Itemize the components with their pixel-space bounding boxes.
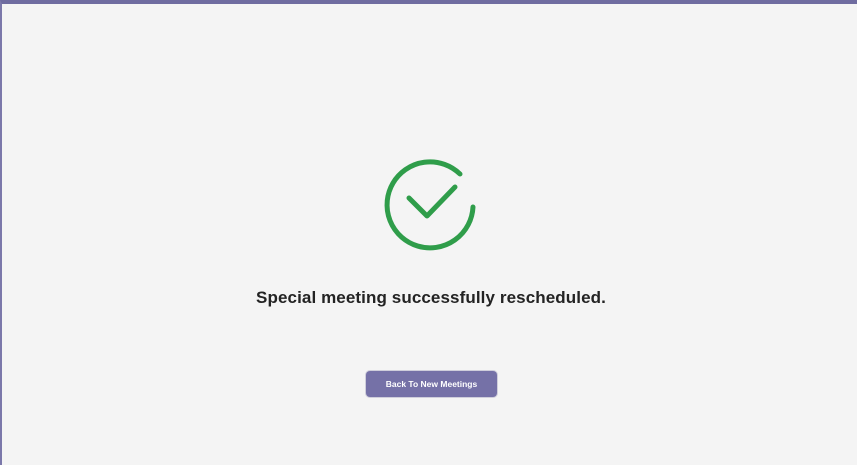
success-page-frame: Special meeting successfully rescheduled… <box>0 0 857 465</box>
success-page-content: Special meeting successfully rescheduled… <box>2 4 857 465</box>
success-message: Special meeting successfully rescheduled… <box>256 288 606 307</box>
back-to-new-meetings-button[interactable]: Back To New Meetings <box>366 371 497 397</box>
check-circle-icon <box>384 159 476 251</box>
